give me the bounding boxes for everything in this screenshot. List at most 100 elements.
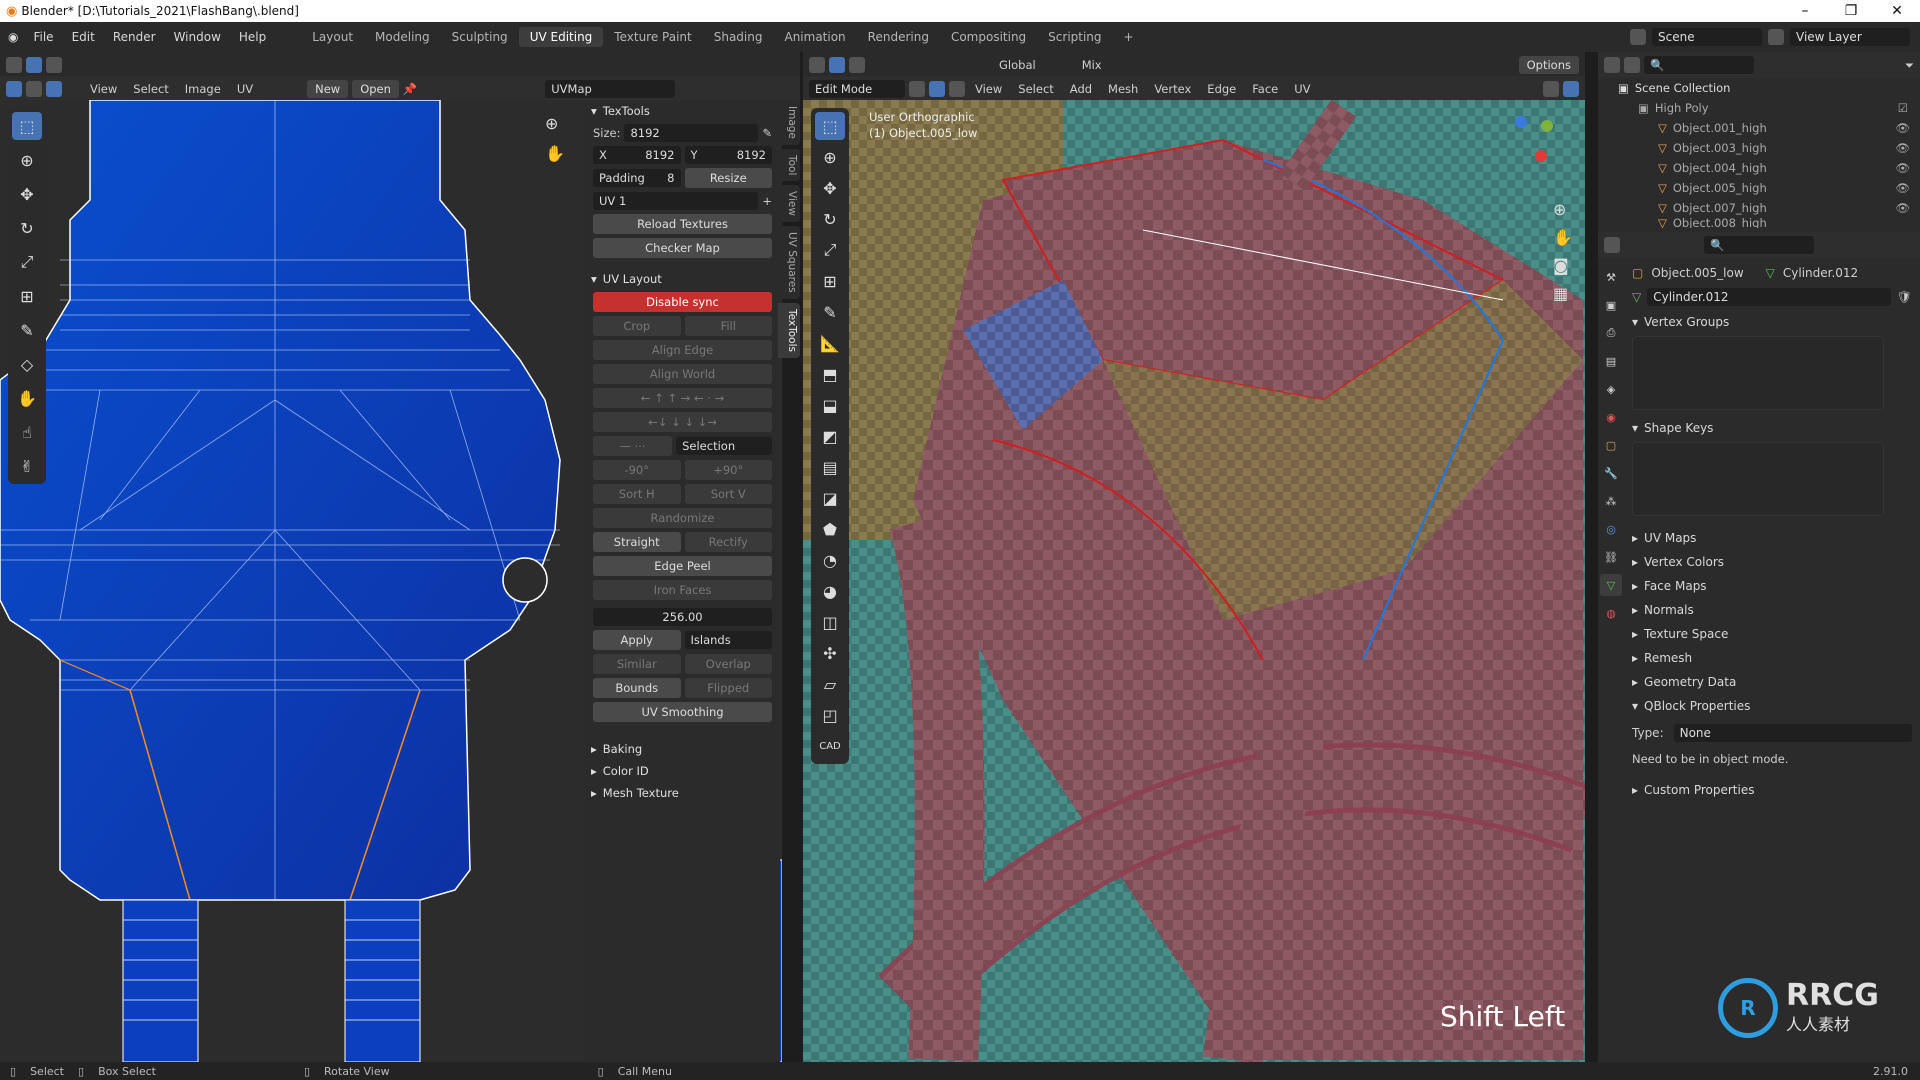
- disable-sync-button[interactable]: Disable sync: [593, 292, 772, 312]
- vp-menu-select[interactable]: Select: [1012, 82, 1059, 96]
- menu-edit[interactable]: Edit: [63, 30, 104, 44]
- outliner-item[interactable]: ▽ Object.003_high 👁: [1598, 138, 1920, 158]
- overlap-button[interactable]: Overlap: [684, 654, 772, 674]
- resize-button[interactable]: Resize: [684, 168, 772, 188]
- options-dropdown[interactable]: Options: [1518, 56, 1579, 74]
- size-x-field[interactable]: X 8192: [593, 146, 681, 164]
- annotate-tool-icon[interactable]: ✎: [815, 298, 845, 326]
- visibility-eye-icon[interactable]: 👁: [1895, 181, 1910, 195]
- shape-keys-list[interactable]: [1632, 442, 1884, 516]
- rotate-tool-icon[interactable]: ↻: [815, 205, 845, 233]
- bevel-tool-icon[interactable]: ◩: [815, 422, 845, 450]
- crop-button[interactable]: Crop: [593, 316, 681, 336]
- scene-selector[interactable]: Scene: [1652, 28, 1762, 46]
- vp-menu-vertex[interactable]: Vertex: [1148, 82, 1197, 96]
- rotate-pos-90-button[interactable]: +90°: [684, 460, 772, 480]
- add-uv-icon[interactable]: +: [762, 194, 772, 208]
- tab-uv-editing[interactable]: UV Editing: [518, 27, 604, 47]
- grab-tool-icon[interactable]: ✋: [12, 384, 42, 412]
- align-buttons-row-2[interactable]: ←↓ ↓ ↓ ↓→: [593, 412, 772, 432]
- pivot-dropdown[interactable]: Mix: [1076, 58, 1108, 72]
- eyedropper-icon[interactable]: ✎: [762, 126, 772, 140]
- fill-button[interactable]: Fill: [684, 316, 772, 336]
- select-tool-icon[interactable]: [26, 57, 42, 73]
- rip-tool-icon[interactable]: ◰: [815, 701, 845, 729]
- vp-menu-add[interactable]: Add: [1064, 82, 1098, 96]
- material-tab-icon[interactable]: ◍: [1600, 602, 1622, 624]
- select-box-tool-icon[interactable]: ⬚: [12, 112, 42, 140]
- tab-rendering[interactable]: Rendering: [857, 27, 940, 47]
- rectify-button[interactable]: Rectify: [684, 532, 772, 552]
- rotate-neg-90-button[interactable]: -90°: [593, 460, 681, 480]
- edge-slide-tool-icon[interactable]: ◫: [815, 608, 845, 636]
- output-tab-icon[interactable]: ⎙: [1600, 322, 1622, 344]
- uv-menu-uv[interactable]: UV: [231, 82, 259, 96]
- data-tab-icon[interactable]: ▽: [1600, 574, 1622, 596]
- color-id-section[interactable]: ▸ Color ID: [585, 760, 780, 782]
- outliner-search[interactable]: 🔍: [1644, 56, 1754, 74]
- baking-section[interactable]: ▸ Baking: [585, 738, 780, 760]
- outliner-editor-icon[interactable]: [1604, 57, 1620, 73]
- uv-edge-mode-icon[interactable]: [46, 81, 62, 97]
- visibility-eye-icon[interactable]: 👁: [1895, 201, 1910, 215]
- align-buttons-row[interactable]: ← ↑ ↑ → ← · →: [593, 388, 772, 408]
- randomize-button[interactable]: Randomize: [593, 508, 772, 528]
- tab-sculpting[interactable]: Sculpting: [441, 27, 519, 47]
- uv-menu-image[interactable]: Image: [179, 82, 227, 96]
- uvmap-field[interactable]: UVMap: [545, 80, 676, 98]
- pin-icon[interactable]: 📌: [403, 82, 417, 96]
- spin-tool-icon[interactable]: ◔: [815, 546, 845, 574]
- outliner-item[interactable]: ▽ Object.004_high 👁: [1598, 158, 1920, 178]
- smooth-tool-icon[interactable]: ◕: [815, 577, 845, 605]
- particles-tab-icon[interactable]: ⁂: [1600, 490, 1622, 512]
- size-dropdown[interactable]: 8192: [624, 124, 759, 142]
- menu-help[interactable]: Help: [230, 30, 275, 44]
- uv-smoothing-button[interactable]: UV Smoothing: [593, 702, 772, 722]
- shear-tool-icon[interactable]: ▱: [815, 670, 845, 698]
- visibility-eye-icon[interactable]: 👁: [1895, 141, 1910, 155]
- uv-layout-section[interactable]: ▾ UV Layout: [585, 268, 780, 290]
- uv-vertex-mode-icon[interactable]: [26, 81, 42, 97]
- 3d-viewport[interactable]: User Orthographic (1) Object.005_low Shi…: [803, 100, 1585, 1062]
- scene-tab-icon[interactable]: ◈: [1600, 378, 1622, 400]
- tab-compositing[interactable]: Compositing: [940, 27, 1037, 47]
- bounds-button[interactable]: Bounds: [593, 678, 681, 698]
- view-layer-tab-icon[interactable]: ▤: [1600, 350, 1622, 372]
- select-mode-icon[interactable]: [46, 57, 62, 73]
- shrink-tool-icon[interactable]: ✣: [815, 639, 845, 667]
- uv-channel-dropdown[interactable]: UV 1: [593, 192, 759, 210]
- object-tab-icon[interactable]: ▢: [1600, 434, 1622, 456]
- shading-solid-icon[interactable]: [1543, 81, 1559, 97]
- rotate-tool-icon[interactable]: ↻: [12, 214, 42, 242]
- relax-tool-icon[interactable]: ☝: [12, 418, 42, 446]
- tab-scripting[interactable]: Scripting: [1037, 27, 1112, 47]
- padding-field[interactable]: Padding 8: [593, 169, 681, 187]
- islands-dropdown[interactable]: Islands: [684, 631, 772, 649]
- sort-v-button[interactable]: Sort V: [684, 484, 772, 504]
- axis-gizmo[interactable]: [1493, 112, 1563, 182]
- scene-collection-row[interactable]: ▣ Scene Collection: [1598, 78, 1920, 98]
- checkbox-icon[interactable]: ☑: [1898, 101, 1908, 115]
- y-axis-icon[interactable]: [1541, 120, 1553, 132]
- measure-tool-icon[interactable]: 📐: [815, 329, 845, 357]
- size-y-field[interactable]: Y 8192: [684, 146, 772, 164]
- normals-section[interactable]: ▸ Normals: [1624, 598, 1920, 622]
- fake-user-icon[interactable]: 🛡: [1897, 290, 1912, 304]
- outliner-item[interactable]: ▽ Object.005_high 👁: [1598, 178, 1920, 198]
- vertex-groups-list[interactable]: [1632, 336, 1884, 410]
- filter-icon[interactable]: ⏷: [1905, 58, 1914, 73]
- cursor-tool-icon[interactable]: ⊕: [12, 146, 42, 174]
- qblock-section[interactable]: ▾ QBlock Properties: [1624, 694, 1920, 718]
- pan-icon[interactable]: ✋: [1553, 228, 1573, 247]
- poly-build-tool-icon[interactable]: ⬟: [815, 515, 845, 543]
- mode-dropdown[interactable]: Edit Mode: [809, 80, 905, 98]
- grid-icon[interactable]: ▦: [1553, 284, 1568, 303]
- maximize-button[interactable]: ❐: [1828, 3, 1874, 19]
- inset-tool-icon[interactable]: ⬓: [815, 391, 845, 419]
- geometry-data-section[interactable]: ▸ Geometry Data: [1624, 670, 1920, 694]
- view-layer-selector[interactable]: View Layer: [1790, 28, 1910, 46]
- move-tool-icon[interactable]: ✥: [12, 180, 42, 208]
- x-axis-icon[interactable]: [1535, 150, 1547, 162]
- uv-menu-view[interactable]: View: [84, 82, 123, 96]
- vertex-colors-section[interactable]: ▸ Vertex Colors: [1624, 550, 1920, 574]
